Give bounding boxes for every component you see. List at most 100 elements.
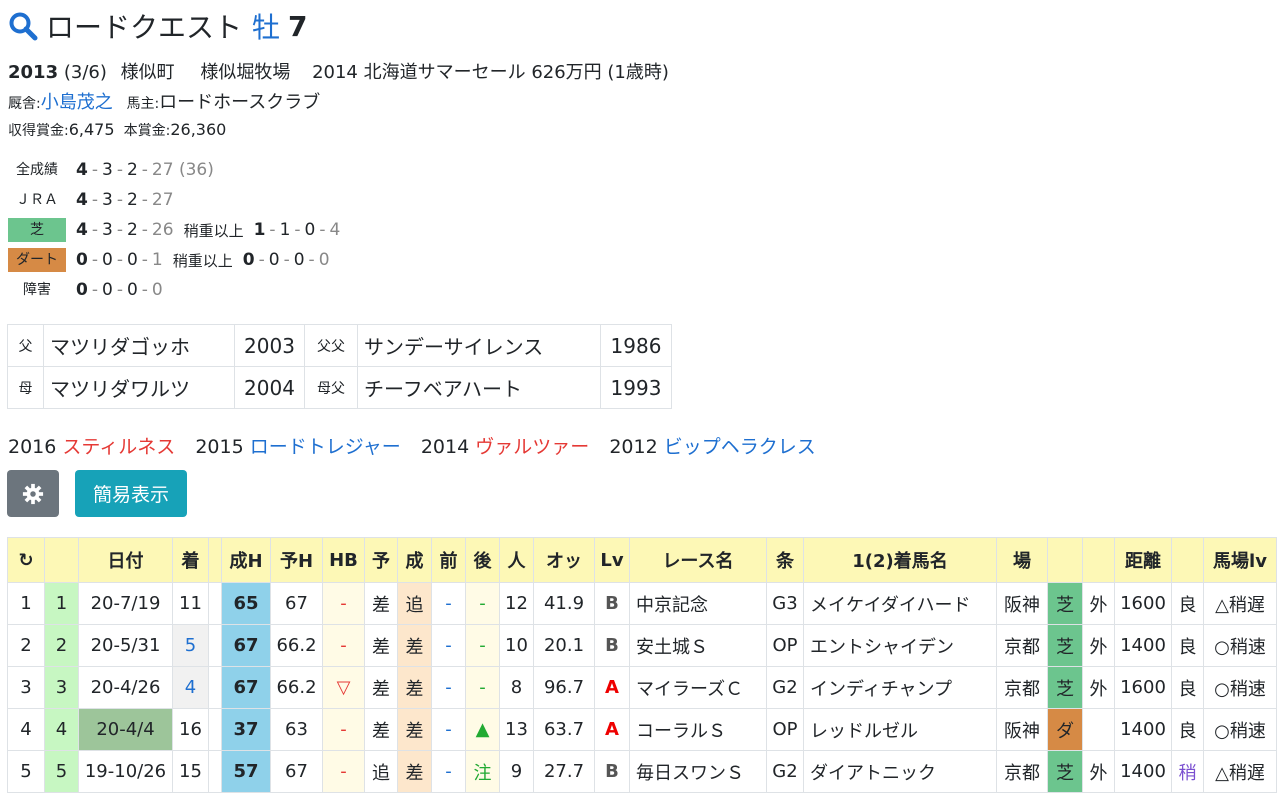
progeny-link[interactable]: ロードトレジャー bbox=[250, 436, 401, 458]
record-label: 全成績 bbox=[16, 162, 58, 178]
pred-h: 67 bbox=[270, 582, 323, 625]
race-name[interactable]: コーラルＳ bbox=[629, 708, 767, 751]
record-second: 3 bbox=[101, 220, 113, 240]
surface: 芝 bbox=[1047, 624, 1083, 667]
record-third: 2 bbox=[126, 160, 138, 180]
record-third: 0 bbox=[126, 250, 138, 270]
race-class: G2 bbox=[766, 666, 804, 709]
trainer-link[interactable]: 小島茂之 bbox=[41, 92, 113, 113]
col-header-date[interactable]: 日付 bbox=[78, 537, 173, 583]
winner-name[interactable]: インディチャンプ bbox=[803, 666, 997, 709]
col-header-winner[interactable]: 1(2)着馬名 bbox=[803, 537, 997, 583]
table-row[interactable]: 3 3 20-4/26 4 67 66.2 ▽ 差 差 - - 8 96.7 A… bbox=[7, 666, 1277, 709]
popularity: 12 bbox=[499, 582, 534, 625]
col-header-distance[interactable]: 距離 bbox=[1114, 537, 1172, 583]
going: 稍 bbox=[1171, 750, 1204, 793]
pred-style: 追 bbox=[364, 750, 398, 793]
col-header-class[interactable]: 条 bbox=[766, 537, 804, 583]
col-header-back[interactable]: 後 bbox=[465, 537, 500, 583]
race-name[interactable]: 中京記念 bbox=[629, 582, 767, 625]
heavy-third: 0 bbox=[293, 250, 305, 270]
dam-sire-label: 母父 bbox=[304, 366, 358, 409]
front: - bbox=[431, 624, 466, 667]
back: - bbox=[465, 582, 500, 625]
col-header-track-lv[interactable]: 馬場lv bbox=[1203, 537, 1277, 583]
row-no: 2 bbox=[7, 624, 45, 667]
record-second: 0 bbox=[101, 250, 113, 270]
col-header-pop[interactable]: 人 bbox=[499, 537, 534, 583]
level: B bbox=[594, 582, 630, 625]
track-level: ○稍速 bbox=[1203, 708, 1277, 751]
result-style: 差 bbox=[397, 708, 432, 751]
race-name[interactable]: マイラーズＣ bbox=[629, 666, 767, 709]
col-header-pred-h[interactable]: 予H bbox=[270, 537, 323, 583]
winner-name[interactable]: メイケイダイハード bbox=[803, 582, 997, 625]
sale-info: 2014 北海道サマーセール 626万円 (1歳時) bbox=[312, 62, 669, 83]
heavy-label: 稍重以上 bbox=[183, 221, 244, 240]
back: - bbox=[465, 624, 500, 667]
table-row[interactable]: 5 5 19-10/26 15 57 67 - 追 差 - 注 9 27.7 B… bbox=[7, 750, 1277, 793]
popularity: 10 bbox=[499, 624, 534, 667]
odds: 41.9 bbox=[533, 582, 595, 625]
hb: - bbox=[322, 582, 365, 625]
odds: 20.1 bbox=[533, 624, 595, 667]
result-style: 追 bbox=[397, 582, 432, 625]
col-header-front[interactable]: 前 bbox=[431, 537, 466, 583]
result-style: 差 bbox=[397, 666, 432, 709]
record-other: 1 bbox=[151, 250, 163, 270]
row-no: 1 bbox=[7, 582, 45, 625]
spacer bbox=[208, 666, 222, 709]
result-style: 差 bbox=[397, 624, 432, 667]
col-header-finish[interactable]: 着 bbox=[172, 537, 209, 583]
col-header-pred[interactable]: 予 bbox=[364, 537, 398, 583]
progeny-year: 2014 bbox=[420, 436, 470, 458]
level: B bbox=[594, 750, 630, 793]
front: - bbox=[431, 750, 466, 793]
col-header-result-h[interactable]: 成H bbox=[221, 537, 271, 583]
result-h: 67 bbox=[221, 666, 271, 709]
table-row[interactable]: 2 2 20-5/31 5 67 66.2 - 差 差 - - 10 20.1 … bbox=[7, 624, 1277, 667]
course: 京都 bbox=[996, 666, 1048, 709]
race-name[interactable]: 安土城Ｓ bbox=[629, 624, 767, 667]
row-no: 5 bbox=[7, 750, 45, 793]
race-date: 20-7/19 bbox=[78, 582, 173, 625]
refresh-icon[interactable]: ↻ bbox=[7, 537, 45, 583]
record-third: 2 bbox=[126, 220, 138, 240]
col-header bbox=[44, 537, 79, 583]
earnings: 収得賞金:6,475 本賞金:26,360 bbox=[8, 120, 226, 140]
race-class: G3 bbox=[766, 582, 804, 625]
winner-name[interactable]: ダイアトニック bbox=[803, 750, 997, 793]
finish: 16 bbox=[172, 708, 209, 751]
dam-label: 母 bbox=[7, 366, 44, 409]
col-header-lv[interactable]: Lv bbox=[594, 537, 630, 583]
record-jump: 障害 0- 0- 0- 0 bbox=[8, 277, 163, 303]
simple-view-button[interactable]: 簡易表示 bbox=[75, 470, 187, 517]
col-header-hb[interactable]: HB bbox=[322, 537, 365, 583]
progeny-link[interactable]: スティルネス bbox=[62, 436, 175, 458]
progeny-link[interactable]: ヴァルツァー bbox=[475, 436, 589, 458]
settings-button[interactable] bbox=[7, 470, 59, 517]
finish: 11 bbox=[172, 582, 209, 625]
back: - bbox=[465, 666, 500, 709]
progeny-year: 2016 bbox=[8, 436, 57, 458]
distance: 1400 bbox=[1114, 750, 1172, 793]
col-header-result[interactable]: 成 bbox=[397, 537, 432, 583]
sire-sire-name: サンデーサイレンス bbox=[357, 324, 601, 367]
col-header-odds[interactable]: オッ bbox=[533, 537, 595, 583]
col-header-race[interactable]: レース名 bbox=[629, 537, 767, 583]
table-row[interactable]: 4 4 20-4/4 16 37 63 - 差 差 - ▲ 13 63.7 A … bbox=[7, 708, 1277, 751]
col-header-course[interactable]: 場 bbox=[996, 537, 1048, 583]
earn-value: 6,475 bbox=[68, 120, 115, 139]
table-row[interactable]: 1 1 20-7/19 11 65 67 - 差 追 - - 12 41.9 B… bbox=[7, 582, 1277, 625]
pred-style: 差 bbox=[364, 666, 398, 709]
winner-name[interactable]: エントシャイデン bbox=[803, 624, 997, 667]
finish: 5 bbox=[172, 624, 209, 667]
record-other: 27 (36) bbox=[151, 160, 214, 180]
race-date: 19-10/26 bbox=[78, 750, 173, 793]
distance: 1600 bbox=[1114, 582, 1172, 625]
progeny-link[interactable]: ビップヘラクレス bbox=[664, 436, 816, 458]
winner-name[interactable]: レッドルゼル bbox=[803, 708, 997, 751]
race-name[interactable]: 毎日スワンＳ bbox=[629, 750, 767, 793]
table-header: ↻ 日付 着 成H 予H HB 予 成 前 後 人 オッ Lv レース名 条 1… bbox=[7, 537, 1277, 583]
level: A bbox=[594, 708, 630, 751]
